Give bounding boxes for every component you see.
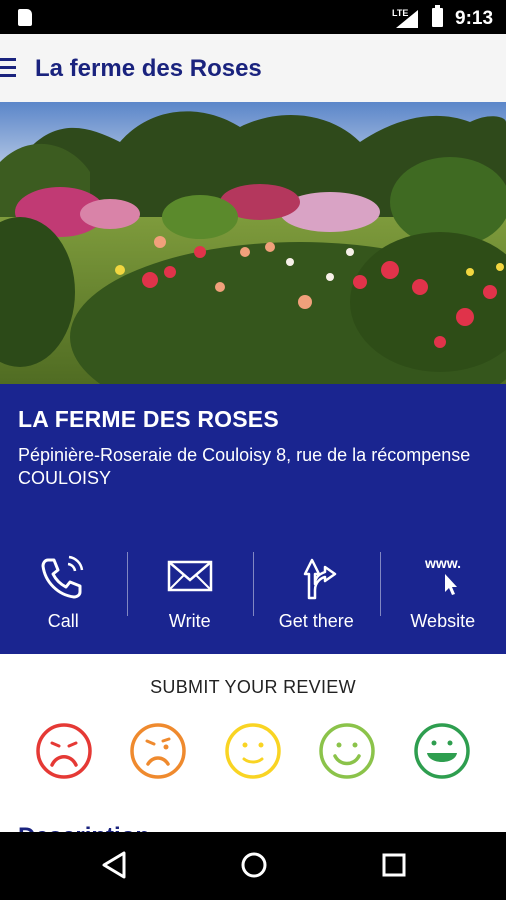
write-label: Write [168, 611, 211, 631]
www-icon-text: www. [424, 555, 461, 571]
status-bar: LTE 9:13 [0, 0, 506, 34]
call-label: Call [47, 611, 79, 631]
place-address: Pépinière-Roseraie de Couloisy 8, rue de… [18, 444, 488, 490]
address-line: Pépinière-Roseraie de Couloisy 8, rue de… [18, 445, 471, 465]
clock: 9:13 [455, 8, 494, 29]
menu-icon[interactable] [0, 58, 16, 78]
call-button[interactable]: Call [0, 552, 127, 648]
recent-apps-icon[interactable] [377, 848, 411, 882]
sd-card-icon [18, 9, 32, 26]
review-section-title: SUBMIT YOUR REVIEW [150, 677, 356, 697]
neutral-face-icon[interactable] [224, 722, 282, 780]
system-nav-bar [0, 832, 506, 900]
app-bar: La ferme des Roses [0, 34, 506, 102]
place-info-panel: LA FERME DES ROSES Pépinière-Roseraie de… [0, 384, 506, 654]
get-there-label: Get there [278, 611, 354, 631]
envelope-icon [167, 560, 212, 592]
write-button[interactable]: Write [126, 552, 254, 648]
very-happy-face-icon[interactable] [413, 722, 471, 780]
battery-icon [432, 5, 443, 27]
hero-image-carousel[interactable] [0, 102, 506, 384]
happy-face-icon[interactable] [318, 722, 376, 780]
get-there-button[interactable]: Get there [253, 552, 380, 648]
rose-garden-image [0, 102, 506, 384]
phone-icon [41, 555, 84, 599]
place-name: LA FERME DES ROSES [18, 406, 279, 432]
website-button[interactable]: www. Website [379, 552, 506, 648]
www-cursor-icon: www. [424, 555, 461, 595]
back-icon[interactable] [98, 848, 132, 882]
action-bar: Call Write Get there www. Website [0, 552, 506, 648]
review-rating-faces [0, 722, 506, 782]
home-icon[interactable] [237, 848, 271, 882]
signal-icon [396, 10, 418, 28]
address-city: COULOISY [18, 468, 112, 488]
very-sad-face-icon[interactable] [35, 722, 93, 780]
directions-icon [304, 558, 337, 600]
website-label: Website [410, 611, 476, 631]
page-title: La ferme des Roses [35, 55, 262, 82]
sad-face-icon[interactable] [129, 722, 187, 780]
